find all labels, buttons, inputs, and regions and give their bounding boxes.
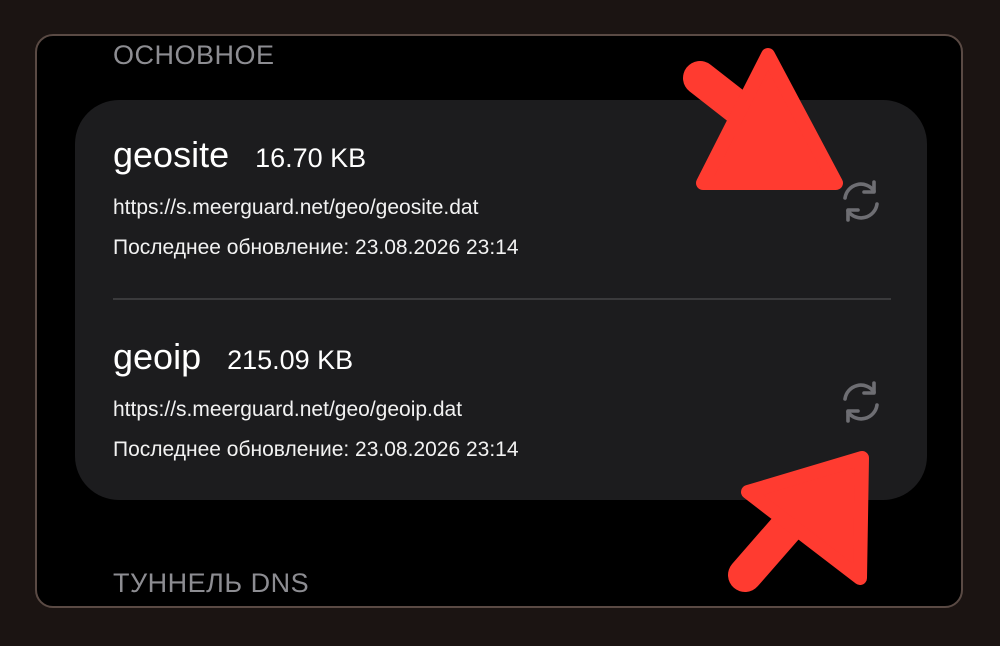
section-header-main: ОСНОВНОЕ	[113, 40, 275, 70]
item-size: 215.09 KB	[227, 345, 354, 375]
geo-files-card: geosite 16.70 KB https://s.meerguard.net…	[75, 100, 927, 500]
screenshot-frame: ОСНОВНОЕ geosite 16.70 KB https://s.meer…	[35, 34, 963, 608]
geo-file-item-geoip: geoip 215.09 KB https://s.meerguard.net/…	[113, 336, 833, 462]
item-name: geoip	[113, 336, 202, 377]
refresh-geoip-button[interactable]	[837, 378, 885, 426]
refresh-icon	[843, 381, 879, 423]
item-url: https://s.meerguard.net/geo/geoip.dat	[113, 398, 463, 421]
refresh-geosite-button[interactable]	[837, 177, 885, 225]
item-last-updated: Последнее обновление: 23.08.2026 23:14	[113, 236, 519, 259]
item-last-updated: Последнее обновление: 23.08.2026 23:14	[113, 438, 519, 461]
item-title-row: geoip 215.09 KB	[113, 336, 833, 378]
divider	[113, 298, 891, 300]
item-name: geosite	[113, 134, 230, 175]
item-url: https://s.meerguard.net/geo/geosite.dat	[113, 196, 479, 219]
refresh-icon	[843, 180, 879, 222]
section-header-dns: ТУННЕЛЬ DNS	[113, 568, 310, 598]
geo-file-item-geosite: geosite 16.70 KB https://s.meerguard.net…	[113, 134, 833, 260]
item-title-row: geosite 16.70 KB	[113, 134, 833, 176]
item-size: 16.70 KB	[255, 143, 367, 173]
